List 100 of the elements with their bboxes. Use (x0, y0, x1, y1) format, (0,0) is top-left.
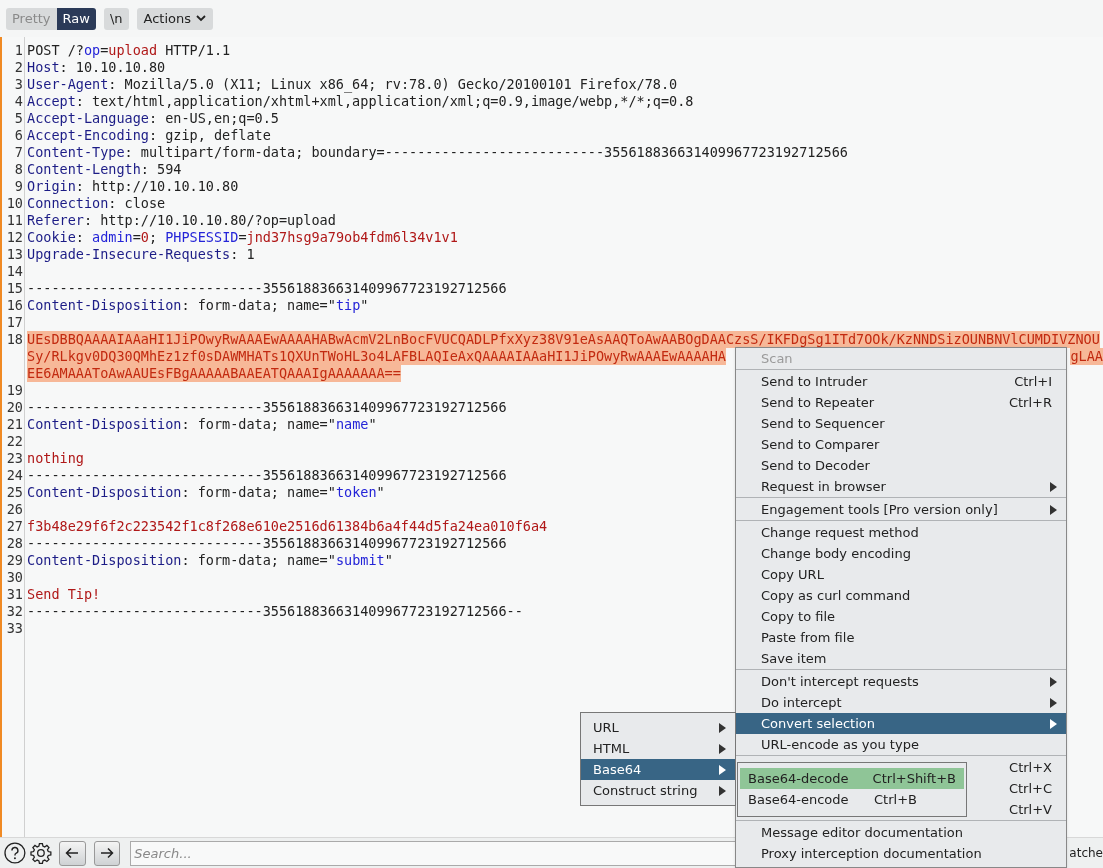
menu-item[interactable]: Change body encoding (736, 543, 1066, 564)
view-tab[interactable]: Raw (56, 7, 96, 30)
code-line: -----------------------------355618836631409967723192712566 (27, 280, 507, 296)
actions-button[interactable]: Actions (136, 7, 214, 30)
line-number: 31 (5, 586, 23, 603)
line-number: 20 (5, 399, 23, 416)
menu-item[interactable]: Send to Intruder Ctrl+I (736, 371, 1066, 392)
line-number: 17 (5, 314, 23, 331)
newline-button[interactable]: \n (103, 7, 129, 30)
line-number: 29 (5, 552, 23, 569)
selected-text: EE6AMAAAToAwAAUEsFBgAAAAABAAEATQAAAIgAAAAAAA== (27, 365, 401, 382)
menu-item[interactable]: URL-encode as you type (736, 734, 1066, 755)
code-line: Upgrade-Insecure-Requests: 1 (27, 246, 255, 262)
line-number: 26 (5, 501, 23, 518)
menu-item[interactable]: Copy URL (736, 564, 1066, 585)
code-line: f3b48e29f6f2c223542f1c8f268e610e2516d61384b6a4f44d5fa24ea010f6a4 (27, 518, 548, 534)
menu-item[interactable]: Proxy interception documentation (736, 843, 1066, 864)
menu-item[interactable]: Don't intercept requests (736, 671, 1066, 692)
menu-item[interactable]: Base64-encode Ctrl+B (740, 789, 964, 810)
selected-text: gLAA (1070, 348, 1103, 365)
back-button[interactable] (58, 840, 86, 866)
line-number: 27 (5, 518, 23, 535)
menu-item[interactable]: Paste from file (736, 627, 1066, 648)
line-number: 9 (13, 178, 23, 195)
code-line: Send Tip! (27, 586, 101, 602)
submenu-arrow-icon (1050, 697, 1057, 708)
code-line: Content-Length: 594 (27, 161, 182, 177)
code-line: -----------------------------355618836631409967723192712566 (27, 467, 507, 483)
selected-text: Sy/RLkgv0DQ30QMhEz1zf0sDAWMHATs1QXUnTWoHL3o4LAFBLAQIeAxQAAAAIAAaHI1JiPOwyRwAAAEwAAAAHA (27, 348, 726, 365)
line-number: 30 (5, 569, 23, 586)
chevron-down-icon (196, 15, 207, 22)
code-line: Accept-Encoding: gzip, deflate (27, 127, 271, 143)
submenu-arrow-icon (1050, 481, 1057, 492)
code-line: Connection: close (27, 195, 166, 211)
submenu-arrow-icon (1050, 676, 1057, 687)
menu-item[interactable]: Construct string (581, 780, 735, 801)
menu-item[interactable]: Base64-decode Ctrl+Shift+B (740, 768, 964, 789)
line-number: 25 (5, 484, 23, 501)
code-line: Content-Type: multipart/form-data; boundary=---------------------------355618836631409967723192712566 (27, 144, 848, 160)
menu-item[interactable]: Do intercept (736, 692, 1066, 713)
line-number: 1 (13, 42, 23, 59)
menu-item[interactable]: URL (581, 717, 735, 738)
line-number: 28 (5, 535, 23, 552)
line-number: 24 (5, 467, 23, 484)
menu-item[interactable]: Base64 (581, 759, 735, 780)
menu-item[interactable]: Send to Repeater Ctrl+R (736, 392, 1066, 413)
code-line: -----------------------------355618836631409967723192712566-- (27, 603, 523, 619)
menu-item[interactable]: Message editor documentation (736, 822, 1066, 843)
selected-text: UEsDBBQAAAAIAAaHI1JiPOwyRwAAAEwAAAAHABwAcmV2LnBocFVUCQADLPfxXyz38V91eAsAAQToAwAABOgDAACzsS/IKFDgSg1ITd7OOk/KzNNDSizOUNBNVlCUMDIVZNOU (27, 331, 1100, 348)
line-number: 10 (5, 195, 23, 212)
line-number: 5 (13, 110, 23, 127)
menu-item[interactable]: Change request method (736, 522, 1066, 543)
forward-button[interactable] (93, 840, 121, 866)
menu-item-shortcut[interactable]: Ctrl+X (1009, 757, 1052, 778)
line-number: 32 (5, 603, 23, 620)
line-number: 21 (5, 416, 23, 433)
submenu-arrow-icon (1050, 504, 1057, 515)
line-number: 3 (13, 76, 23, 93)
menu-item[interactable]: Engagement tools [Pro version only] (736, 499, 1066, 520)
line-number: 22 (5, 433, 23, 450)
code-line: User-Agent: Mozilla/5.0 (X11; Linux x86_64; rv:78.0) Gecko/20100101 Firefox/78.0 (27, 76, 678, 92)
menu-item[interactable]: Copy to file (736, 606, 1066, 627)
code-line: Accept-Language: en-US,en;q=0.5 (27, 110, 279, 126)
line-number: 33 (5, 620, 23, 637)
menu-item[interactable]: Request in browser (736, 476, 1066, 497)
line-number: 2 (13, 59, 23, 76)
line-number: 6 (13, 127, 23, 144)
code-line: Content-Disposition: form-data; name="submit" (27, 552, 393, 568)
code-line: nothing (27, 450, 84, 466)
code-line: Cookie: admin=0; PHPSESSID=jnd37hsg9a79ob4fdm6l34v1v1 (27, 229, 458, 245)
code-line: Content-Disposition: form-data; name="tip" (27, 297, 369, 313)
menu-item[interactable]: HTML (581, 738, 735, 759)
submenu-arrow-icon (719, 764, 726, 775)
menu-item[interactable]: Send to Sequencer (736, 413, 1066, 434)
line-number: 8 (13, 161, 23, 178)
line-number: 18 (5, 331, 23, 348)
line-number: 23 (5, 450, 23, 467)
code-line: Referer: http://10.10.10.80/?op=upload (27, 212, 336, 228)
line-number: 13 (5, 246, 23, 263)
code-line: Content-Disposition: form-data; name="name" (27, 416, 377, 432)
submenu-arrow-icon (719, 785, 726, 796)
menu-item-shortcut[interactable]: Ctrl+V (1009, 799, 1052, 820)
menu-item[interactable]: Send to Comparer (736, 434, 1066, 455)
code-line: POST /?op=upload HTTP/1.1 (27, 42, 231, 58)
line-number: 7 (13, 144, 23, 161)
line-number: 15 (5, 280, 23, 297)
help-icon[interactable] (4, 842, 26, 864)
menu-item[interactable]: Copy as curl command (736, 585, 1066, 606)
menu-item[interactable]: Send to Decoder (736, 455, 1066, 476)
matches-label: atche (1069, 845, 1103, 862)
menu-item-shortcut[interactable]: Ctrl+C (1008, 778, 1052, 799)
menu-item[interactable]: Save item (736, 648, 1066, 669)
line-number: 11 (5, 212, 23, 229)
menu-item[interactable]: Convert selection (736, 713, 1066, 734)
code-line: Accept: text/html,application/xhtml+xml,application/xml;q=0.9,image/webp,*/*;q=0.8 (27, 93, 694, 109)
arrow-left-icon (65, 847, 80, 859)
line-number: 16 (5, 297, 23, 314)
line-number: 19 (5, 382, 23, 399)
settings-icon[interactable] (29, 842, 52, 864)
code-line: Host: 10.10.10.80 (27, 59, 166, 75)
